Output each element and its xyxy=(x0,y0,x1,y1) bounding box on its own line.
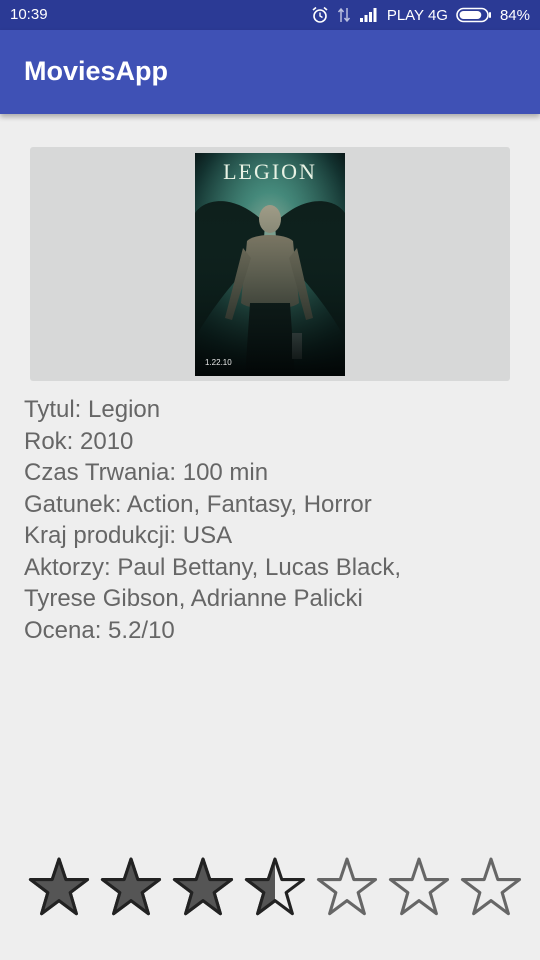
detail-rating: Ocena: 5.2/10 xyxy=(24,616,175,644)
signal-icon xyxy=(359,7,379,23)
poster-title: LEGION xyxy=(223,159,317,184)
rating-star-4[interactable] xyxy=(244,856,306,918)
data-transfer-icon xyxy=(337,6,351,24)
rating-star-7[interactable] xyxy=(460,856,522,918)
app-title: MoviesApp xyxy=(24,56,169,86)
battery-icon xyxy=(456,7,492,23)
status-bar: 10:39 PLAY 4G 84% xyxy=(0,0,540,30)
movie-poster[interactable]: LEGION 1.22.10 xyxy=(195,153,345,376)
carrier-label: PLAY 4G xyxy=(386,6,448,24)
battery-percent: 84% xyxy=(499,6,530,24)
rating-bar[interactable] xyxy=(28,856,528,920)
rating-star-6[interactable] xyxy=(388,856,450,918)
detail-actors-line-1: Aktorzy: Paul Bettany, Lucas Black, xyxy=(24,553,402,581)
rating-star-3[interactable] xyxy=(172,856,234,918)
status-time: 10:39 xyxy=(10,6,48,23)
detail-actors-line-2: Tyrese Gibson, Adrianne Palicki xyxy=(24,585,363,612)
poster-frame: LEGION 1.22.10 xyxy=(30,147,510,381)
app-bar: MoviesApp xyxy=(0,30,540,114)
status-icons: PLAY 4G 84% xyxy=(311,5,530,25)
rating-star-2[interactable] xyxy=(100,856,162,918)
rating-star-1[interactable] xyxy=(28,856,90,918)
detail-country: Kraj produkcji: USA xyxy=(24,522,233,549)
poster-artwork xyxy=(195,153,345,376)
rating-star-5[interactable] xyxy=(316,856,378,918)
movie-details: Tytul: Legion Rok: 2010 Czas Trwania: 10… xyxy=(24,394,494,646)
alarm-icon xyxy=(311,6,329,24)
detail-duration: Czas Trwania: 100 min xyxy=(24,459,269,486)
detail-genre: Gatunek: Action, Fantasy, Horror xyxy=(24,490,372,518)
poster-date: 1.22.10 xyxy=(205,358,232,367)
detail-title: Tytul: Legion xyxy=(24,396,161,423)
detail-year: Rok: 2010 xyxy=(24,427,134,455)
